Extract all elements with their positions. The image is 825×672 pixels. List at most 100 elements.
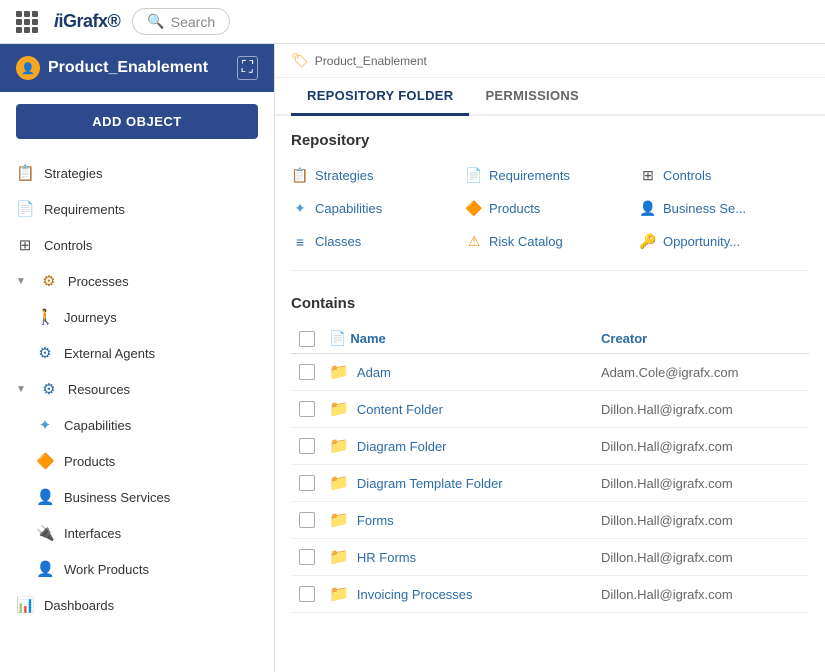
- row-checkbox[interactable]: [299, 549, 315, 565]
- interfaces-icon: 🔌: [36, 524, 54, 542]
- processes-icon: ⚙: [40, 272, 58, 290]
- table-row: 📁 HR Forms Dillon.Hall@igrafx.com: [291, 539, 809, 576]
- top-bar: iiGrafx® 🔍 Search: [0, 0, 825, 44]
- row-creator: Adam.Cole@igrafx.com: [601, 365, 801, 380]
- row-checkbox-area: [299, 364, 329, 380]
- workspace-title-area: 👤 Product_Enablement: [16, 56, 208, 80]
- processes-arrow: ▼: [16, 276, 26, 287]
- sidebar-item-work-products[interactable]: 👤 Work Products: [0, 551, 274, 587]
- sidebar-item-resources[interactable]: ▼ ⚙ Resources: [0, 371, 274, 407]
- name-header-icon: 📄: [329, 330, 350, 346]
- header-creator: Creator: [601, 331, 801, 346]
- workspace-avatar: 👤: [16, 56, 40, 80]
- sidebar-item-external-agents[interactable]: ⚙ External Agents: [0, 335, 274, 371]
- folder-icon: 📁: [329, 547, 349, 567]
- repo-item-business-services[interactable]: 👤 Business Se...: [639, 196, 809, 221]
- sidebar: 👤 Product_Enablement ⛶ ADD OBJECT 📋 Stra…: [0, 44, 275, 672]
- row-checkbox[interactable]: [299, 512, 315, 528]
- select-all-checkbox[interactable]: [299, 331, 315, 347]
- sidebar-label-work-products: Work Products: [64, 562, 149, 577]
- sidebar-item-capabilities[interactable]: ✦ Capabilities: [0, 407, 274, 443]
- repository-title: Repository: [291, 132, 809, 149]
- folder-icon: 📁: [329, 436, 349, 456]
- row-name[interactable]: 📁 Forms: [329, 510, 601, 530]
- sidebar-item-requirements[interactable]: 📄 Requirements: [0, 191, 274, 227]
- sidebar-item-interfaces[interactable]: 🔌 Interfaces: [0, 515, 274, 551]
- app-logo: iiGrafx®: [54, 11, 120, 32]
- folder-icon: 📁: [329, 473, 349, 493]
- row-name[interactable]: 📁 Adam: [329, 362, 601, 382]
- repo-item-requirements[interactable]: 📄 Requirements: [465, 163, 635, 188]
- row-name[interactable]: 📁 Invoicing Processes: [329, 584, 601, 604]
- row-checkbox[interactable]: [299, 364, 315, 380]
- tab-permissions[interactable]: PERMISSIONS: [469, 78, 595, 116]
- business-services-icon: 👤: [36, 488, 54, 506]
- sidebar-item-journeys[interactable]: 🚶 Journeys: [0, 299, 274, 335]
- search-bar[interactable]: 🔍 Search: [132, 8, 230, 35]
- external-agents-icon: ⚙: [36, 344, 54, 362]
- content-body: Repository 📋 Strategies 📄 Requirements ⊞…: [275, 116, 825, 672]
- requirements-icon: 📄: [16, 200, 34, 218]
- sidebar-item-strategies[interactable]: 📋 Strategies: [0, 155, 274, 191]
- row-name[interactable]: 📁 Content Folder: [329, 399, 601, 419]
- table-row: 📁 Content Folder Dillon.Hall@igrafx.com: [291, 391, 809, 428]
- app-grid-icon[interactable]: [16, 11, 38, 33]
- repo-item-capabilities[interactable]: ✦ Capabilities: [291, 196, 461, 221]
- tab-repository-folder[interactable]: REPOSITORY FOLDER: [291, 78, 469, 116]
- row-creator: Dillon.Hall@igrafx.com: [601, 513, 801, 528]
- table-header: 📄 Name Creator: [291, 324, 809, 354]
- controls-icon: ⊞: [16, 236, 34, 254]
- sidebar-item-products[interactable]: 🔶 Products: [0, 443, 274, 479]
- row-creator: Dillon.Hall@igrafx.com: [601, 587, 801, 602]
- expand-icon[interactable]: ⛶: [237, 56, 258, 80]
- row-checkbox[interactable]: [299, 438, 315, 454]
- row-name[interactable]: 📁 HR Forms: [329, 547, 601, 567]
- search-label: Search: [171, 14, 215, 30]
- repo-strategies-label: Strategies: [315, 168, 374, 183]
- repository-section: Repository 📋 Strategies 📄 Requirements ⊞…: [291, 132, 809, 271]
- repo-item-controls[interactable]: ⊞ Controls: [639, 163, 809, 188]
- repo-item-risk-catalog[interactable]: ⚠ Risk Catalog: [465, 229, 635, 254]
- sidebar-item-business-services[interactable]: 👤 Business Services: [0, 479, 274, 515]
- repo-controls-icon: ⊞: [639, 167, 657, 184]
- row-creator: Dillon.Hall@igrafx.com: [601, 439, 801, 454]
- repo-item-classes[interactable]: ≡ Classes: [291, 229, 461, 254]
- row-name-text: Adam: [357, 365, 391, 380]
- row-name-text: Invoicing Processes: [357, 587, 473, 602]
- row-name-text: Forms: [357, 513, 394, 528]
- sidebar-label-interfaces: Interfaces: [64, 526, 121, 541]
- tab-bar: REPOSITORY FOLDER PERMISSIONS: [275, 78, 825, 116]
- row-checkbox[interactable]: [299, 586, 315, 602]
- folder-icon: 📁: [329, 362, 349, 382]
- row-name[interactable]: 📁 Diagram Template Folder: [329, 473, 601, 493]
- repo-classes-icon: ≡: [291, 234, 309, 250]
- row-name-text: Content Folder: [357, 402, 443, 417]
- sidebar-item-processes[interactable]: ▼ ⚙ Processes: [0, 263, 274, 299]
- row-checkbox-area: [299, 512, 329, 528]
- repo-risk-icon: ⚠: [465, 233, 483, 250]
- repo-item-opportunity[interactable]: 🔑 Opportunity...: [639, 229, 809, 254]
- repo-item-strategies[interactable]: 📋 Strategies: [291, 163, 461, 188]
- add-object-button[interactable]: ADD OBJECT: [16, 104, 258, 139]
- resources-icon: ⚙: [40, 380, 58, 398]
- table-row: 📁 Forms Dillon.Hall@igrafx.com: [291, 502, 809, 539]
- sidebar-item-dashboards[interactable]: 📊 Dashboards: [0, 587, 274, 623]
- repo-capabilities-label: Capabilities: [315, 201, 382, 216]
- repo-item-products[interactable]: 🔶 Products: [465, 196, 635, 221]
- repo-requirements-icon: 📄: [465, 167, 483, 184]
- table-row: 📁 Diagram Template Folder Dillon.Hall@ig…: [291, 465, 809, 502]
- row-checkbox[interactable]: [299, 475, 315, 491]
- repository-grid: 📋 Strategies 📄 Requirements ⊞ Controls ✦…: [291, 163, 809, 271]
- sidebar-item-controls[interactable]: ⊞ Controls: [0, 227, 274, 263]
- breadcrumb-label: Product_Enablement: [315, 54, 427, 68]
- sidebar-label-strategies: Strategies: [44, 166, 103, 181]
- row-name[interactable]: 📁 Diagram Folder: [329, 436, 601, 456]
- repo-products-label: Products: [489, 201, 540, 216]
- strategies-icon: 📋: [16, 164, 34, 182]
- row-checkbox[interactable]: [299, 401, 315, 417]
- repo-classes-label: Classes: [315, 234, 361, 249]
- row-creator: Dillon.Hall@igrafx.com: [601, 402, 801, 417]
- breadcrumb-icon: 🏷: [291, 52, 309, 69]
- breadcrumb: 🏷 Product_Enablement: [275, 44, 825, 78]
- row-name-text: HR Forms: [357, 550, 416, 565]
